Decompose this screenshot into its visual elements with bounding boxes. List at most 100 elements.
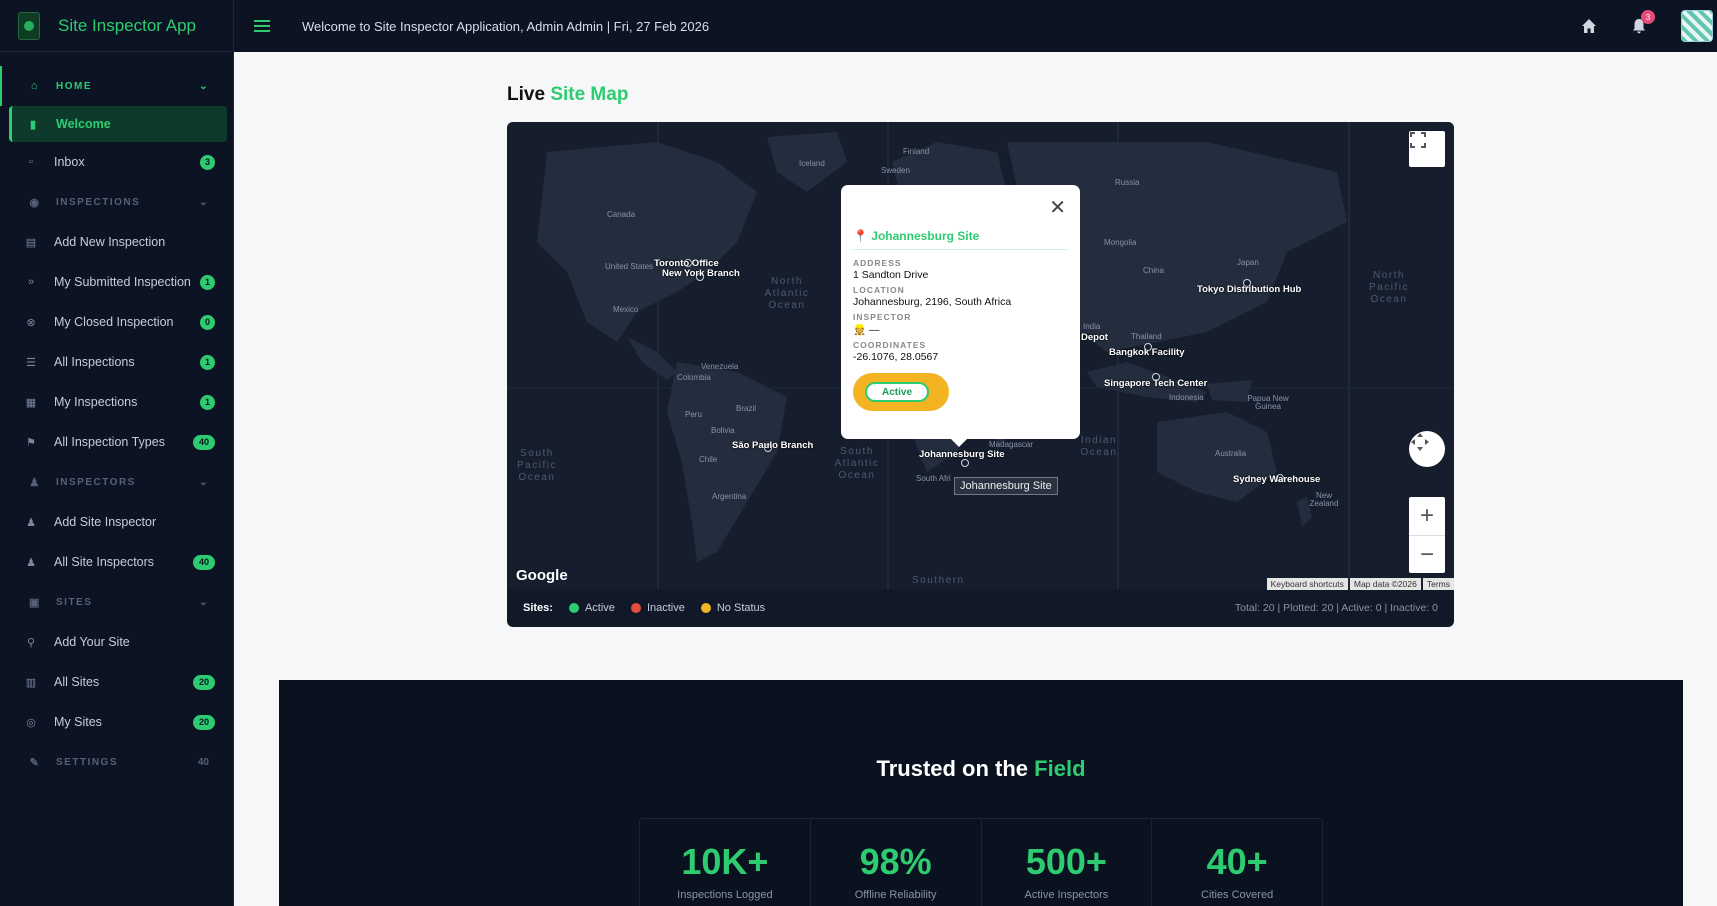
map-pin-icon: ⚲ xyxy=(26,636,36,649)
site-marker[interactable] xyxy=(961,459,969,467)
trusted-section: Trusted on the Field 10K+ Inspections Lo… xyxy=(279,680,1683,906)
legend-item-active: Active xyxy=(568,602,615,614)
close-icon[interactable]: ✕ xyxy=(1049,195,1066,220)
marker-tooltip: Johannesburg Site xyxy=(954,477,1058,495)
double-chevron-icon: » xyxy=(27,276,35,288)
section-settings[interactable]: ✎ SETTINGS 40 xyxy=(0,742,233,782)
country-label: South Afri xyxy=(916,474,951,483)
section-inspectors[interactable]: ♟ INSPECTORS ⌄ xyxy=(0,462,233,502)
sidebar-item-label: My Closed Inspection xyxy=(54,315,174,329)
country-label: Peru xyxy=(685,410,702,419)
zoom-in-button[interactable]: + xyxy=(1409,497,1445,535)
count-badge: 3 xyxy=(200,154,215,170)
sidebar-item-all-inspections[interactable]: ☰ All Inspections 1 xyxy=(0,342,233,382)
country-label: Brazil xyxy=(736,404,757,413)
sidebar-item-welcome[interactable]: ▮ Welcome xyxy=(9,106,227,142)
stats-grid: 10K+ Inspections Logged 98% Offline Reli… xyxy=(639,818,1323,906)
site-pin-label[interactable]: Sydney Warehouse xyxy=(1233,474,1320,485)
stat-value: 500+ xyxy=(1025,841,1107,882)
sidebar-item-all-site-inspectors[interactable]: ♟ All Site Inspectors 40 xyxy=(0,542,233,582)
notification-bell-icon[interactable]: 3 xyxy=(1629,10,1655,36)
circle-x-icon: ⊗ xyxy=(26,316,36,329)
site-pin-label[interactable]: New York Branch xyxy=(662,268,740,279)
section-label: SETTINGS xyxy=(56,756,119,768)
country-label: Madagascar xyxy=(989,440,1034,449)
wrench-icon: ✎ xyxy=(29,756,41,769)
stat-card: 40+ Cities Covered xyxy=(1152,819,1322,906)
sidebar-item-add-new-inspection[interactable]: ▤ Add New Inspection xyxy=(0,222,233,262)
home-icon: ⌂ xyxy=(30,80,40,92)
site-pin-label[interactable]: Singapore Tech Center xyxy=(1104,378,1207,389)
coordinates-label: COORDINATES xyxy=(853,340,927,350)
legend-label: Active xyxy=(584,602,615,614)
sidebar-item-my-sites[interactable]: ◎ My Sites 20 xyxy=(0,702,233,742)
site-pin-label[interactable]: Bangkok Facility xyxy=(1109,347,1185,358)
brand[interactable]: Site Inspector App xyxy=(0,0,233,52)
country-label: Iceland xyxy=(799,159,825,168)
site-pin-label[interactable]: São Paulo Branch xyxy=(732,440,813,451)
fullscreen-button[interactable] xyxy=(1409,131,1445,167)
settings-count: 40 xyxy=(197,756,209,768)
count-badge: 40 xyxy=(193,554,215,570)
ocean-label: Indian Ocean xyxy=(1080,435,1118,458)
stat-card: 500+ Active Inspectors xyxy=(982,819,1153,906)
country-label: Canada xyxy=(607,210,636,219)
ocean-label: North Atlantic Ocean xyxy=(764,276,810,311)
sidebar-item-label: Welcome xyxy=(56,117,111,131)
stat-label: Inspections Logged xyxy=(677,889,773,901)
status-badge: Active xyxy=(853,373,949,411)
country-label: Argentina xyxy=(712,492,747,501)
zoom-out-button[interactable]: − xyxy=(1409,535,1445,573)
map-canvas[interactable]: Iceland Sweden Finland Russia Canada Uni… xyxy=(507,122,1454,590)
avatar[interactable] xyxy=(1681,10,1713,42)
chevron-down-icon: ⌄ xyxy=(199,80,209,92)
server-icon: ▦ xyxy=(25,396,37,409)
section-label: HOME xyxy=(56,80,92,92)
sidebar-item-my-closed-inspection[interactable]: ⊗ My Closed Inspection 0 xyxy=(0,302,233,342)
home-icon[interactable] xyxy=(1579,16,1599,36)
site-pin-label[interactable]: Depot xyxy=(1081,332,1108,343)
site-pin-label[interactable]: Tokyo Distribution Hub xyxy=(1197,284,1301,295)
sidebar-item-add-site-inspector[interactable]: ♟ Add Site Inspector xyxy=(0,502,233,542)
sidebar-item-all-sites[interactable]: ▥ All Sites 20 xyxy=(0,662,233,702)
country-label: Japan xyxy=(1237,258,1259,267)
top-icons: 3 xyxy=(1579,10,1717,42)
country-label: United States xyxy=(605,262,654,271)
popup-site-name: Johannesburg Site xyxy=(871,229,980,243)
sidebar-item-my-inspections[interactable]: ▦ My Inspections 1 xyxy=(0,382,233,422)
camera-control-button[interactable] xyxy=(1409,431,1445,467)
country-label: Mongolia xyxy=(1104,238,1137,247)
map-icon: ▥ xyxy=(25,676,37,689)
title-prefix: Live xyxy=(507,84,546,105)
section-inspections[interactable]: ◉ INSPECTIONS ⌄ xyxy=(0,182,233,222)
sidebar-item-label: My Inspections xyxy=(54,395,138,409)
sidebar-nav: ⌂ HOME ⌄ ▮ Welcome ▫ Inbox 3 ◉ INSPECTIO… xyxy=(0,52,233,782)
stat-card: 10K+ Inspections Logged xyxy=(640,819,811,906)
sidebar-item-label: Add New Inspection xyxy=(54,235,166,249)
address-label: ADDRESS xyxy=(853,258,902,268)
add-user-icon: ♟ xyxy=(26,516,36,529)
building-icon: ▣ xyxy=(29,596,41,609)
move-arrows-icon xyxy=(1411,433,1429,451)
country-label: Thailand xyxy=(1131,332,1162,341)
sidebar-item-add-your-site[interactable]: ⚲ Add Your Site xyxy=(0,622,233,662)
country-label: Sweden xyxy=(881,166,910,175)
map-pin-icon: 📍 xyxy=(853,229,868,243)
google-logo: Google xyxy=(516,567,568,584)
sidebar-item-label: Add Your Site xyxy=(54,635,130,649)
site-pin-label[interactable]: Johannesburg Site xyxy=(919,449,1005,460)
stat-value: 10K+ xyxy=(681,841,769,882)
sidebar-item-label: Inbox xyxy=(54,155,85,169)
stat-label: Offline Reliability xyxy=(854,889,937,901)
sidebar-item-label: All Site Inspectors xyxy=(54,555,155,569)
stat-value: 40+ xyxy=(1206,841,1268,882)
section-sites[interactable]: ▣ SITES ⌄ xyxy=(0,582,233,622)
menu-toggle-icon[interactable] xyxy=(254,20,270,32)
sidebar-item-all-inspection-types[interactable]: ⚑ All Inspection Types 40 xyxy=(0,422,233,462)
sidebar-item-my-submitted-inspection[interactable]: » My Submitted Inspection 1 xyxy=(0,262,233,302)
fullscreen-icon xyxy=(1410,132,1426,148)
section-home[interactable]: ⌂ HOME ⌄ xyxy=(0,66,233,106)
sidebar-item-inbox[interactable]: ▫ Inbox 3 xyxy=(0,142,233,182)
trusted-title: Trusted on the Field xyxy=(279,756,1683,782)
location-value: Johannesburg, 2196, South Africa xyxy=(853,296,1012,308)
